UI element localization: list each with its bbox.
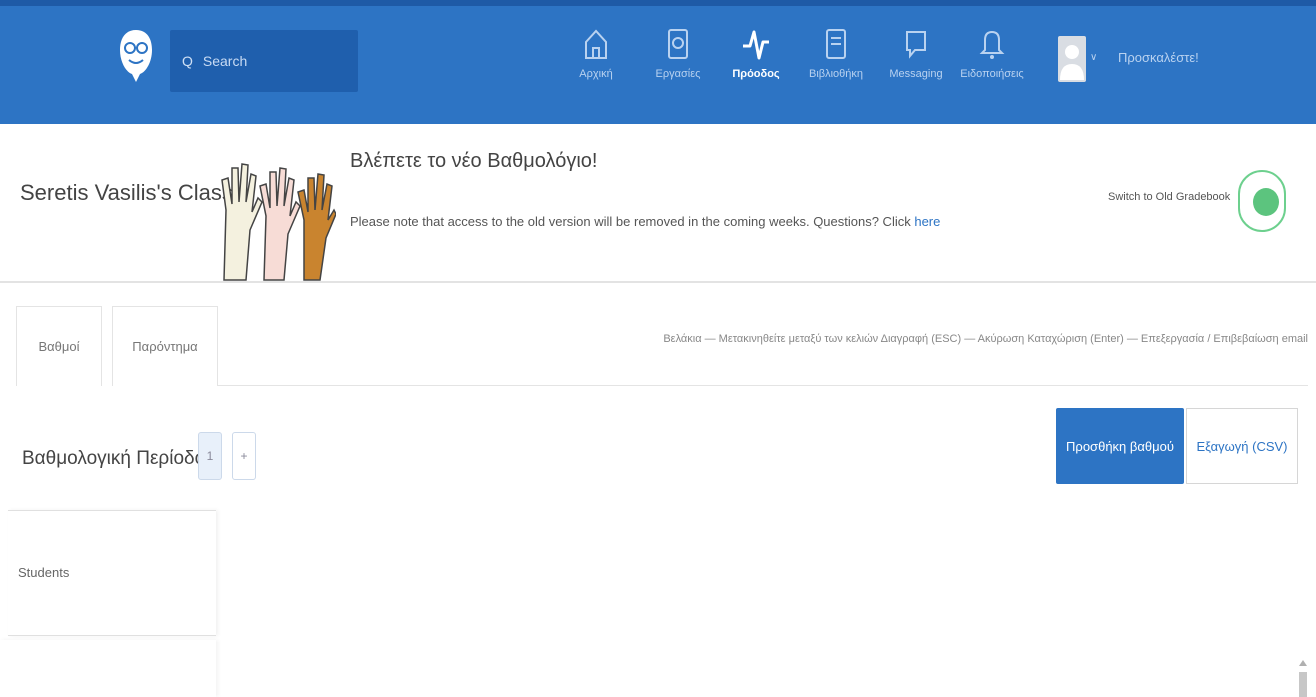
search-placeholder: Search [202, 53, 248, 69]
banner-message-text: Please note that access to the old versi… [350, 214, 915, 229]
messaging-icon [906, 31, 926, 59]
nav-label-progress: Πρόοδος [732, 68, 780, 80]
students-column-header: Students [8, 510, 216, 636]
edmodo-logo-icon[interactable] [118, 28, 154, 84]
progress-icon [743, 30, 769, 60]
library-icon [826, 29, 846, 59]
nav-item-home[interactable]: Αρχική [560, 26, 632, 110]
keyboard-shortcuts-hint: Βελάκια — Μετακινηθείτε μεταξύ των κελιώ… [663, 333, 1308, 345]
nav-item-progress[interactable]: Πρόοδος [720, 26, 792, 110]
home-icon [585, 29, 607, 59]
switch-old-gradebook-label: Switch to Old Gradebook [1108, 191, 1231, 203]
assignments-icon [668, 29, 688, 59]
user-avatar-icon [1060, 45, 1084, 80]
top-navigation-bar: Q Search Αρχική Εργασίες Πρόοδος Βιβλιοθ… [0, 0, 1316, 124]
students-header-label: Students [18, 565, 70, 580]
nav-label-home: Αρχική [579, 68, 613, 80]
nav-label-notifications: Ειδοποιήσεις [960, 68, 1024, 80]
chevron-down-icon[interactable]: ∨ [1090, 52, 1097, 63]
raised-hands-illustration [221, 163, 336, 281]
nav-label-messaging: Messaging [889, 68, 943, 80]
grading-period-1-button[interactable]: 1 [198, 432, 222, 480]
questions-here-link[interactable]: here [914, 214, 940, 229]
banner-message: Please note that access to the old versi… [350, 214, 940, 229]
nav-label-assignments: Εργασίες [655, 68, 701, 80]
vertical-scrollbar[interactable] [1296, 660, 1310, 697]
add-grade-button[interactable]: Προσθήκη βαθμού [1056, 408, 1184, 484]
students-column-body [0, 640, 216, 697]
tabs-underline [218, 385, 1308, 386]
add-grading-period-button[interactable]: + [232, 432, 256, 480]
tab-grades[interactable]: Βαθμοί [16, 306, 102, 386]
scrollbar-thumb[interactable] [1299, 672, 1307, 697]
nav-item-assignments[interactable]: Εργασίες [642, 26, 714, 110]
nav-item-library[interactable]: Βιβλιοθήκη [800, 26, 872, 110]
tab-grades-label: Βαθμοί [38, 339, 80, 354]
invite-link[interactable]: Προσκαλέστε! [1118, 50, 1199, 65]
nav-item-messaging[interactable]: Messaging [880, 26, 952, 110]
tab-attendance-label: Παρόντημα [132, 339, 198, 354]
bell-icon [979, 30, 1005, 59]
grading-period-label: Βαθμολογική Περίοδος [22, 448, 215, 469]
nav-item-notifications[interactable]: Ειδοποιήσεις [956, 26, 1028, 110]
export-csv-button[interactable]: Εξαγωγή (CSV) [1186, 408, 1298, 484]
header-divider [0, 281, 1316, 283]
nav-label-library: Βιβλιοθήκη [808, 68, 864, 80]
search-input[interactable]: Q Search [170, 30, 358, 92]
avatar[interactable] [1058, 36, 1086, 82]
banner-title: Βλέπετε το νέο Βαθμολόγιο! [350, 150, 598, 172]
toggle-knob [1253, 188, 1279, 216]
old-gradebook-toggle[interactable] [1238, 170, 1286, 232]
class-title: Seretis Vasilis's Class [20, 180, 233, 205]
scroll-up-arrow-icon[interactable] [1299, 660, 1307, 666]
tab-attendance[interactable]: Παρόντημα [112, 306, 218, 386]
search-icon: Q [182, 53, 193, 69]
